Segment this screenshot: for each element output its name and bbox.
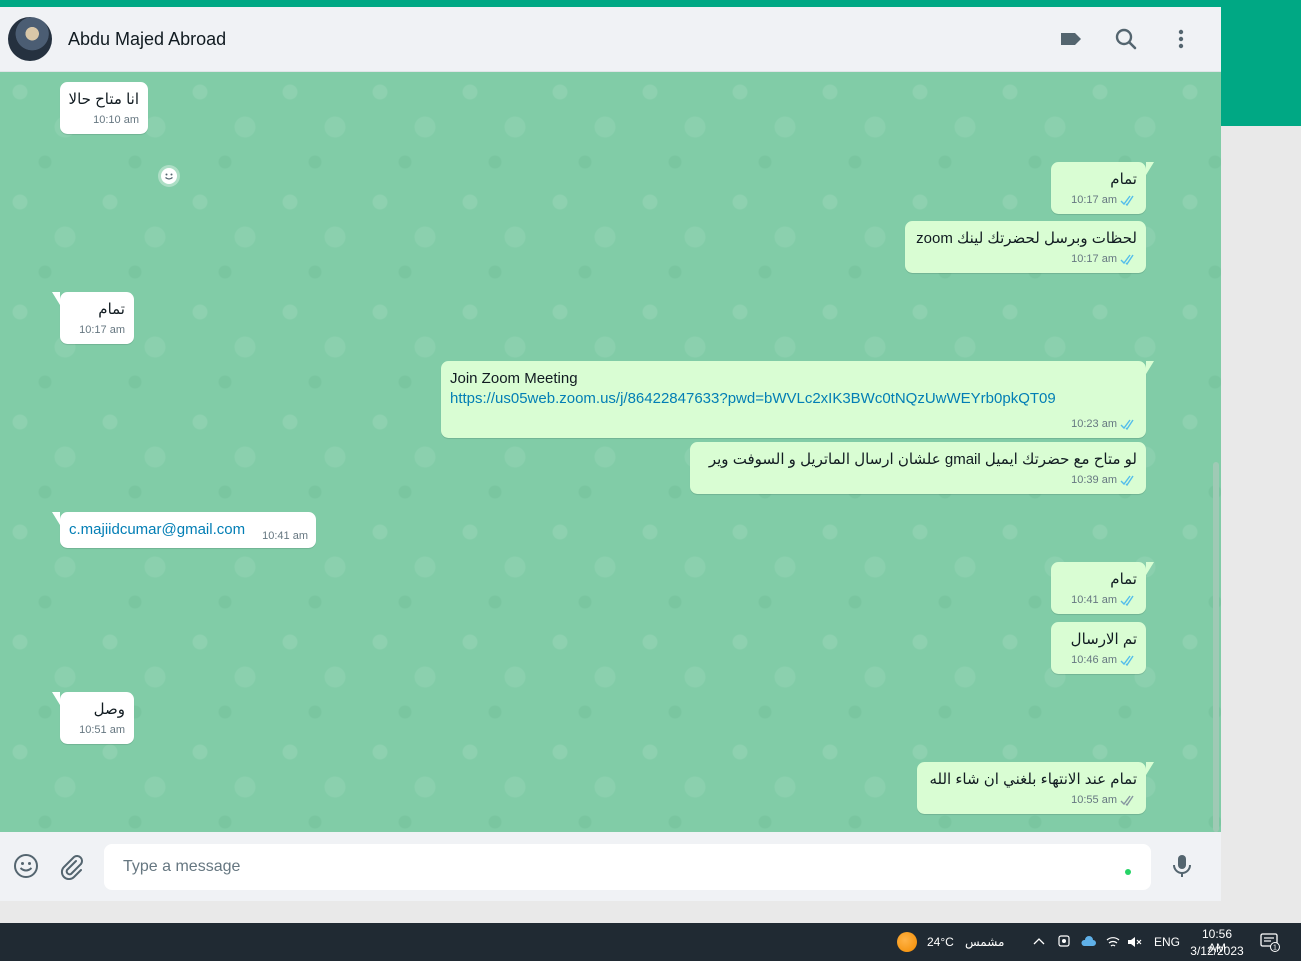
search-icon[interactable] — [1113, 26, 1139, 52]
emoji-icon[interactable] — [12, 852, 40, 880]
taskbar: 24°C مشمس ENG 10:56 AM 3/12/2023 1 — [0, 923, 1301, 961]
chat-header: Abdu Majed Abroad — [0, 7, 1221, 72]
message-text: Join Zoom Meeting — [450, 370, 578, 387]
read-ticks-icon — [1120, 475, 1134, 486]
top-accent-strip — [0, 0, 1301, 7]
message-time: 10:51 am — [79, 724, 125, 736]
message-incoming[interactable]: c.majiidcumar@gmail.com 10:41 am — [52, 512, 316, 548]
message-outgoing[interactable]: Join Zoom Meeting https://us05web.zoom.u… — [441, 361, 1154, 438]
contact-name[interactable]: Abdu Majed Abroad — [68, 29, 226, 50]
message-text: تمام — [1110, 171, 1137, 188]
menu-icon[interactable] — [1168, 26, 1194, 52]
message-outgoing[interactable]: لو متاح مع حضرتك ايميل gmail علشان ارسال… — [690, 442, 1146, 494]
message-time: 10:55 am — [1071, 794, 1117, 806]
background-accent — [1221, 7, 1301, 126]
weather-label[interactable]: مشمس — [965, 935, 1004, 949]
message-time: 10:10 am — [93, 114, 139, 126]
reaction-emoji-icon[interactable] — [158, 165, 180, 187]
message-time: 10:46 am — [1071, 654, 1117, 666]
notification-count: 1 — [1273, 945, 1277, 952]
message-outgoing[interactable]: تمام 10:41 am — [1051, 562, 1154, 614]
scrollbar[interactable] — [1213, 462, 1219, 832]
message-text: وصل — [93, 701, 125, 718]
message-text: لو متاح مع حضرتك ايميل gmail علشان ارسال… — [708, 451, 1137, 468]
message-text: تمام — [1110, 571, 1137, 588]
message-outgoing[interactable]: تمام عند الانتهاء بلغني ان شاء الله 10:5… — [917, 762, 1154, 814]
message-time: 10:23 am — [1071, 418, 1117, 430]
message-incoming[interactable]: انا متاح حالا 10:10 am — [60, 82, 148, 134]
read-ticks-icon — [1120, 254, 1134, 265]
message-list[interactable]: انا متاح حالا 10:10 am تمام 10:17 am لحظ… — [0, 72, 1221, 832]
mic-icon[interactable] — [1168, 852, 1196, 880]
read-ticks-icon — [1120, 419, 1134, 430]
delivered-ticks-icon — [1120, 795, 1134, 806]
message-time: 10:41 am — [262, 530, 308, 542]
message-composer — [0, 832, 1221, 901]
message-time: 10:39 am — [1071, 474, 1117, 486]
message-outgoing[interactable]: تم الارسال 10:46 am — [1051, 622, 1146, 674]
message-incoming[interactable]: تمام 10:17 am — [52, 292, 134, 344]
message-time: 10:17 am — [1071, 194, 1117, 206]
message-time: 10:41 am — [1071, 594, 1117, 606]
message-text: تمام عند الانتهاء بلغني ان شاء الله — [929, 771, 1137, 788]
read-ticks-icon — [1120, 595, 1134, 606]
language-indicator[interactable]: ENG — [1154, 935, 1180, 949]
clock-date[interactable]: 3/12/2023 — [1190, 944, 1244, 958]
zoom-meeting-link[interactable]: https://us05web.zoom.us/j/86422847633?pw… — [450, 389, 1137, 409]
typing-indicator — [1125, 869, 1131, 875]
message-text: انا متاح حالا — [68, 91, 139, 108]
weather-temperature[interactable]: 24°C — [927, 935, 954, 949]
wifi-icon[interactable] — [1105, 933, 1121, 949]
chevron-up-icon[interactable] — [1032, 935, 1046, 949]
message-input[interactable] — [104, 844, 1151, 890]
message-incoming[interactable]: وصل 10:51 am — [52, 692, 134, 744]
read-ticks-icon — [1120, 195, 1134, 206]
cloud-icon[interactable] — [1080, 934, 1098, 950]
message-outgoing[interactable]: لحظات وبرسل لحضرتك لينك zoom 10:17 am — [905, 221, 1146, 273]
message-outgoing[interactable]: تمام 10:17 am — [1051, 162, 1154, 214]
message-text: تمام — [98, 301, 125, 318]
message-time: 10:17 am — [79, 324, 125, 336]
read-ticks-icon — [1120, 655, 1134, 666]
chat-window: Abdu Majed Abroad انا متاح حالا 10:10 am… — [0, 7, 1221, 901]
label-icon[interactable] — [1058, 26, 1084, 52]
notification-icon[interactable]: 1 — [1259, 932, 1281, 952]
weather-icon[interactable] — [897, 932, 917, 952]
attach-icon[interactable] — [57, 852, 85, 880]
volume-mute-icon[interactable] — [1126, 934, 1142, 950]
message-text: لحظات وبرسل لحضرتك لينك zoom — [916, 230, 1137, 247]
message-text: تم الارسال — [1070, 631, 1137, 648]
meet-icon[interactable] — [1056, 933, 1072, 949]
background-panel — [1221, 126, 1301, 923]
message-time: 10:17 am — [1071, 253, 1117, 265]
avatar[interactable] — [8, 17, 52, 61]
